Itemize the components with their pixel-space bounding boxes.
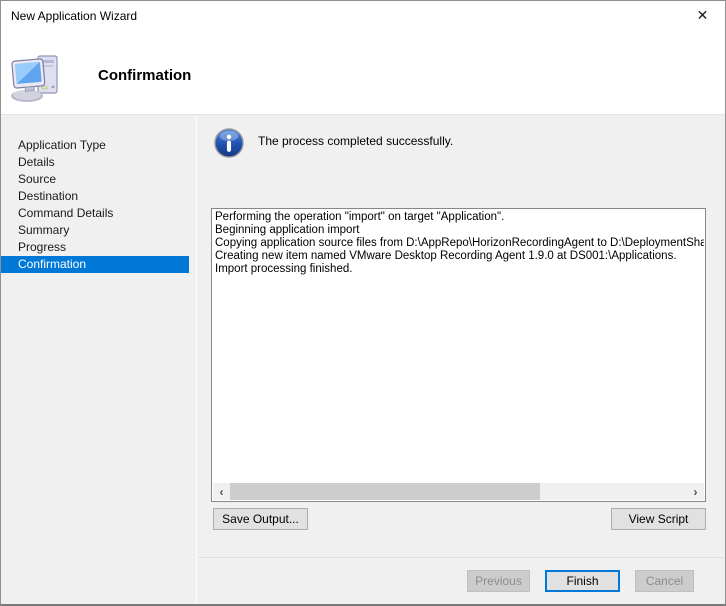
wizard-steps-sidebar: Application Type Details Source Destinat… [1, 116, 197, 604]
output-line: Creating new item named VMware Desktop R… [215, 250, 677, 262]
close-icon[interactable]: ✕ [680, 1, 725, 30]
footer-button-row: Previous Finish Cancel [198, 558, 725, 604]
output-textbox[interactable]: Performing the operation "import" on tar… [211, 208, 706, 502]
status-message: The process completed successfully. [258, 134, 454, 148]
info-icon [214, 128, 244, 158]
step-summary: Summary [18, 223, 70, 237]
new-application-wizard-window: New Application Wizard ✕ Confirmation Ap… [0, 0, 726, 606]
wizard-step-list: Application Type Details Source Destinat… [1, 116, 196, 273]
output-line: Beginning application import [215, 224, 360, 236]
window-title: New Application Wizard [11, 9, 138, 23]
output-line: Copying application source files from D:… [215, 237, 704, 249]
page-title: Confirmation [98, 67, 192, 84]
scroll-right-icon[interactable]: › [687, 483, 704, 500]
computer-icon [9, 53, 61, 106]
step-progress: Progress [18, 240, 67, 254]
status-row: The process completed successfully. [214, 128, 453, 158]
finish-button[interactable]: Finish [545, 570, 620, 592]
wizard-content: The process completed successfully. Perf… [198, 116, 725, 604]
wizard-header: Confirmation [1, 31, 725, 115]
step-application-type: Application Type [18, 138, 106, 152]
horizontal-scrollbar[interactable]: ‹ › [213, 483, 704, 500]
step-command-details: Command Details [18, 206, 114, 220]
output-line: Import processing finished. [215, 263, 353, 275]
step-details: Details [18, 155, 55, 169]
scrollbar-thumb[interactable] [230, 483, 540, 500]
save-output-button[interactable]: Save Output... [213, 508, 308, 530]
step-destination: Destination [18, 189, 79, 203]
output-line: Performing the operation "import" on tar… [215, 211, 505, 223]
output-text: Performing the operation "import" on tar… [213, 211, 704, 482]
previous-button[interactable]: Previous [467, 570, 530, 592]
step-confirmation-selected: Confirmation [1, 256, 189, 273]
scroll-left-icon[interactable]: ‹ [213, 483, 230, 500]
step-source: Source [18, 172, 57, 186]
titlebar: New Application Wizard ✕ [1, 1, 725, 31]
view-script-button[interactable]: View Script [611, 508, 706, 530]
cancel-button[interactable]: Cancel [635, 570, 694, 592]
